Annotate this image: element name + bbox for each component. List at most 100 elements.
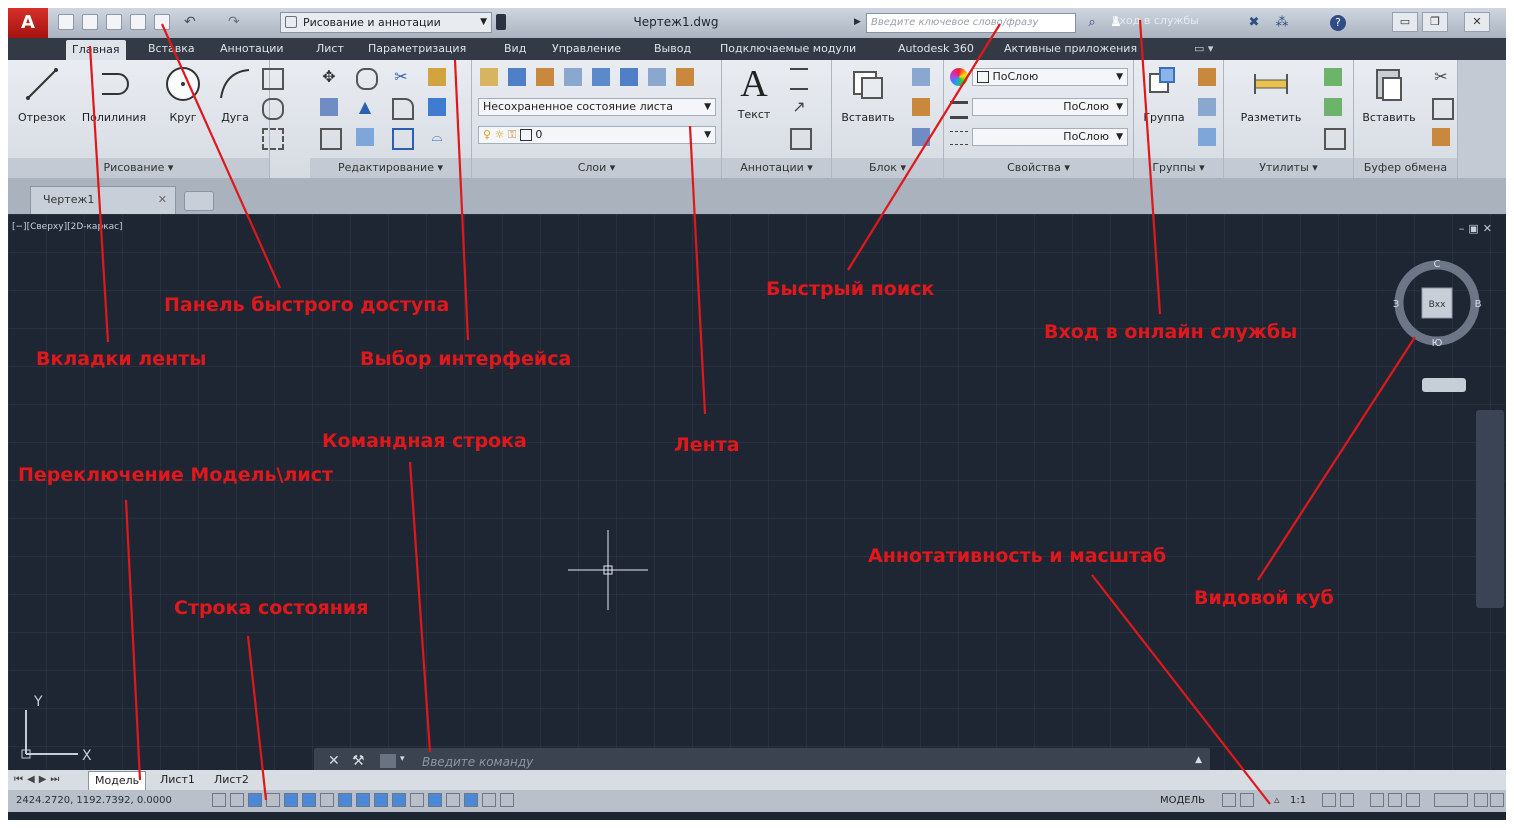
- lineweight-icon[interactable]: [950, 101, 968, 119]
- file-tab[interactable]: Чертеж1 ✕: [30, 186, 176, 214]
- paste-button[interactable]: Вставить: [1356, 64, 1422, 124]
- clean-screen-icon[interactable]: [1490, 793, 1504, 807]
- move-icon[interactable]: ✥: [320, 68, 338, 86]
- measure-button[interactable]: Разметить: [1228, 64, 1314, 124]
- panel-title-properties[interactable]: Свойства ▾: [944, 158, 1133, 178]
- print-icon[interactable]: [154, 14, 170, 30]
- tab-layout1[interactable]: Лист1: [154, 771, 201, 789]
- tab-autodesk-360[interactable]: Autodesk 360: [892, 41, 980, 57]
- tab-insert[interactable]: Вставка: [142, 41, 201, 57]
- mirror-icon[interactable]: ▲: [356, 98, 374, 116]
- scale-icon[interactable]: [356, 128, 374, 146]
- layer-walk-icon[interactable]: [676, 68, 694, 86]
- layer-isolate-icon[interactable]: [508, 68, 526, 86]
- annotation-monitor-icon[interactable]: [464, 793, 478, 807]
- annotation-visibility-toggle-icon[interactable]: [1322, 793, 1336, 807]
- navigation-bar[interactable]: [1476, 410, 1504, 608]
- rectangle-icon[interactable]: [262, 68, 284, 90]
- transparency-icon[interactable]: [410, 793, 424, 807]
- erase-icon[interactable]: [428, 68, 446, 86]
- dimension-icon[interactable]: [790, 68, 808, 90]
- trim-icon[interactable]: ✂: [392, 68, 410, 86]
- close-button[interactable]: ✕: [1464, 12, 1490, 32]
- lineweight-select[interactable]: ПоСлою ▼: [972, 98, 1128, 116]
- signin-button[interactable]: Вход в службы: [1112, 14, 1199, 27]
- search-expand-icon[interactable]: ▶: [854, 17, 861, 27]
- group-select-icon[interactable]: [1198, 128, 1216, 146]
- cut-icon[interactable]: ✂: [1432, 68, 1450, 86]
- tab-parametric[interactable]: Параметризация: [362, 41, 472, 57]
- annotation-scale-icon[interactable]: ▵: [1274, 793, 1288, 807]
- layer-select[interactable]: ♀ ☼ ⚿ 0 ▼: [478, 126, 716, 144]
- wrench-icon[interactable]: ⚒: [352, 753, 365, 769]
- grid-icon[interactable]: [248, 793, 262, 807]
- fillet-icon[interactable]: [392, 98, 414, 120]
- new-file-icon[interactable]: [58, 14, 74, 30]
- application-menu-button[interactable]: A: [8, 8, 48, 38]
- layout-nav-arrows[interactable]: ⏮◀▶⏭: [14, 771, 63, 789]
- snap-icon[interactable]: [230, 793, 244, 807]
- wcs-menu-button[interactable]: [1422, 378, 1466, 392]
- tab-output[interactable]: Вывод: [648, 41, 697, 57]
- exchange-icon[interactable]: ✖: [1246, 15, 1262, 31]
- panel-title-clipboard[interactable]: Буфер обмена: [1354, 158, 1457, 178]
- binoculars-icon[interactable]: ⌕: [1084, 15, 1100, 31]
- search-input[interactable]: Введите ключевое слово/фразу: [866, 13, 1076, 33]
- ribbon-minimize-icon[interactable]: ▭ ▾: [1188, 41, 1219, 57]
- panel-title-annotation[interactable]: Аннотации ▾: [722, 158, 831, 178]
- auto-scale-icon[interactable]: [1340, 793, 1354, 807]
- circle-button[interactable]: Круг: [160, 64, 206, 124]
- status-menu-icon[interactable]: [1474, 793, 1488, 807]
- tab-plugins[interactable]: Подключаемые модули: [714, 41, 862, 57]
- minimize-button[interactable]: ▭: [1392, 12, 1418, 32]
- stretch-icon[interactable]: [320, 128, 342, 150]
- layer-state-select[interactable]: Несохраненное состояние листа ▼: [478, 98, 716, 116]
- dyn-icon[interactable]: [374, 793, 388, 807]
- layer-match-icon[interactable]: [620, 68, 638, 86]
- copy-clip-icon[interactable]: [1432, 98, 1454, 120]
- quick-view-drawings-icon[interactable]: [1240, 793, 1254, 807]
- hatch-icon[interactable]: [262, 128, 284, 150]
- model-space-toggle[interactable]: МОДЕЛЬ: [1160, 793, 1205, 809]
- group-button[interactable]: Группа: [1138, 64, 1190, 124]
- viewport-controls-label[interactable]: [−][Сверху][2D-каркас]: [12, 222, 123, 232]
- panel-title-draw[interactable]: Рисование ▾: [8, 158, 269, 178]
- tab-view[interactable]: Вид: [498, 41, 532, 57]
- offset-icon[interactable]: ⌓: [428, 128, 446, 146]
- annotation-scale-select[interactable]: 1:1: [1290, 793, 1306, 809]
- panel-title-modify[interactable]: Редактирование ▾: [310, 158, 471, 178]
- network-icon[interactable]: ⁂: [1274, 15, 1290, 31]
- leader-icon[interactable]: ↗: [790, 98, 808, 116]
- edit-block-icon[interactable]: [912, 98, 930, 116]
- line-button[interactable]: Отрезок: [14, 64, 70, 124]
- save-as-icon[interactable]: [130, 14, 146, 30]
- tab-annotate[interactable]: Аннотации: [214, 41, 290, 57]
- layer-previous-icon[interactable]: [648, 68, 666, 86]
- group-edit-icon[interactable]: [1198, 98, 1216, 116]
- new-tab-button[interactable]: [184, 191, 214, 211]
- lock-ui-icon[interactable]: [1388, 793, 1402, 807]
- polar-icon[interactable]: [284, 793, 298, 807]
- infer-constraints-icon[interactable]: [212, 793, 226, 807]
- layer-properties-icon[interactable]: [480, 68, 498, 86]
- save-icon[interactable]: [106, 14, 122, 30]
- layer-freeze-icon[interactable]: [564, 68, 582, 86]
- ungroup-icon[interactable]: [1198, 68, 1216, 86]
- workspace-switch-icon[interactable]: [500, 793, 514, 807]
- create-block-icon[interactable]: [912, 68, 930, 86]
- quick-view-layouts-icon[interactable]: [1222, 793, 1236, 807]
- selection-cycling-icon[interactable]: [446, 793, 460, 807]
- help-icon[interactable]: ?: [1330, 15, 1346, 31]
- linetype-icon[interactable]: [950, 131, 968, 145]
- viewport-window-controls[interactable]: –▣✕: [1459, 222, 1496, 235]
- tab-model[interactable]: Модель: [88, 771, 147, 790]
- osnap-icon[interactable]: [302, 793, 316, 807]
- tab-manage[interactable]: Управление: [546, 41, 627, 57]
- panel-title-block[interactable]: Блок ▾: [832, 158, 943, 178]
- 3d-osnap-icon[interactable]: [320, 793, 334, 807]
- tab-layout[interactable]: Лист: [310, 41, 350, 57]
- layer-lock-icon[interactable]: [592, 68, 610, 86]
- linetype-select[interactable]: ПоСлою ▼: [972, 128, 1128, 146]
- undo-icon[interactable]: ↶: [184, 14, 200, 30]
- layer-off-icon[interactable]: [536, 68, 554, 86]
